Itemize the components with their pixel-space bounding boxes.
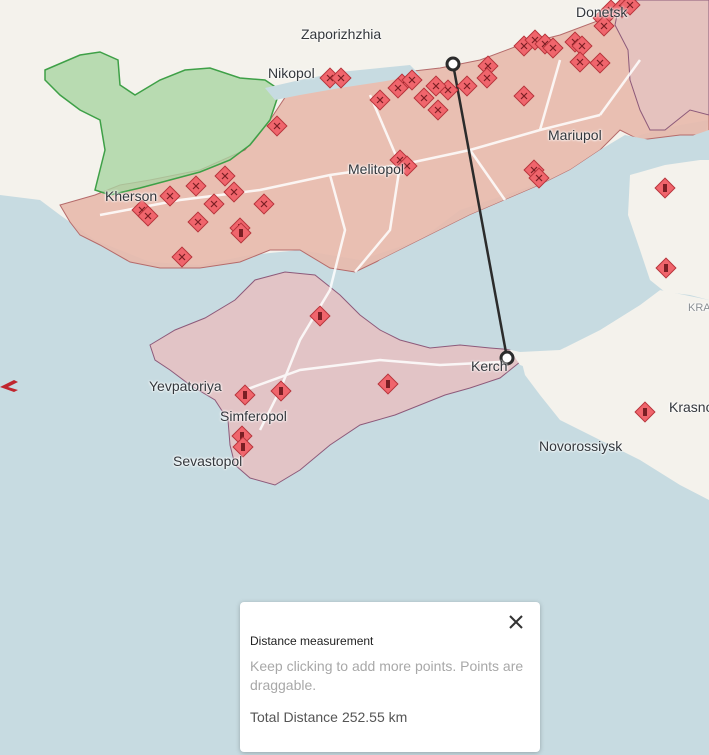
- city-label-kerch: Kerch: [471, 358, 508, 374]
- close-button[interactable]: [504, 610, 528, 634]
- city-label-mariupol: Mariupol: [548, 127, 602, 143]
- aircraft-icon[interactable]: [0, 380, 18, 392]
- city-label-donetsk: Donetsk: [576, 4, 628, 20]
- city-label-melitopol: Melitopol: [348, 161, 405, 177]
- measure-point-start-icon[interactable]: [445, 56, 461, 72]
- total-distance-label: Total Distance: [250, 709, 338, 725]
- city-label-yevpatoriya: Yevpatoriya: [149, 378, 222, 394]
- city-label-sevastopol: Sevastopol: [173, 453, 243, 469]
- total-distance: Total Distance 252.55 km: [250, 709, 407, 725]
- city-label-zaporizhzhia: Zaporizhzhia: [301, 26, 382, 42]
- city-label-krasnodar: Krasnodar: [669, 399, 709, 415]
- city-label-novorossiysk: Novorossiysk: [539, 438, 623, 454]
- city-label-nikopol: Nikopol: [268, 65, 315, 81]
- city-label-simferopol: Simferopol: [220, 408, 287, 424]
- total-distance-value: 252.55 km: [341, 709, 408, 725]
- panel-title: Distance measurement: [250, 634, 374, 648]
- city-label-kra: KRA: [688, 302, 709, 314]
- panel-hint: Keep clicking to add more points. Points…: [250, 658, 524, 693]
- city-label-kherson: Kherson: [105, 188, 158, 204]
- distance-measurement-panel: Distance measurement Keep clicking to ad…: [240, 602, 540, 752]
- close-icon: [509, 615, 523, 629]
